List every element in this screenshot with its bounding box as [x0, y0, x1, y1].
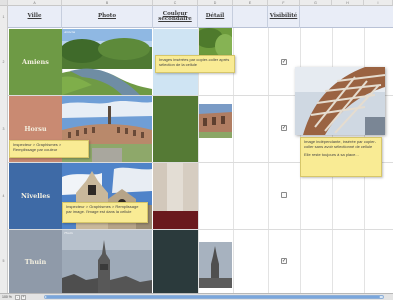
- row-number-3[interactable]: 3: [0, 95, 8, 162]
- detail-horsu-image: [199, 104, 232, 138]
- horizontal-scrollbar[interactable]: [44, 295, 384, 299]
- cell-secondary-nivelles-fill-image: [153, 163, 198, 229]
- cell-ville-thuin[interactable]: Thuin: [9, 230, 62, 293]
- visibility-checkbox-thuin[interactable]: ✓: [281, 258, 287, 264]
- photo-amiens-image: [62, 29, 152, 95]
- note-fill-color[interactable]: Inspecteur > Graphismes > Remplissage pa…: [9, 140, 89, 158]
- visibility-checkbox-amiens[interactable]: ✓: [281, 59, 287, 65]
- row-number-4[interactable]: 4: [0, 162, 8, 229]
- cell-secondary-thuin[interactable]: [153, 230, 198, 293]
- scrollbar-thumb[interactable]: [46, 296, 380, 298]
- note-fill-image-text: Inspecteur > Graphismes > Remplissage pa…: [66, 204, 139, 214]
- detail-thuin-image: [199, 242, 232, 288]
- photo-thuin-image: [62, 230, 152, 293]
- header-ville[interactable]: Ville: [8, 6, 62, 28]
- visibility-checkbox-horsu[interactable]: ✓: [281, 125, 287, 131]
- row-number-5[interactable]: 5: [0, 229, 8, 293]
- photo-amiens[interactable]: Amiens: [62, 29, 152, 95]
- header-photo[interactable]: Photo: [62, 6, 153, 28]
- note-fill-color-text: Inspecteur > Graphismes > Remplissage pa…: [13, 142, 62, 152]
- note-independent-image-text: Image indépendante, insérée par copier-c…: [304, 139, 377, 149]
- row-number-2[interactable]: 2: [0, 28, 8, 95]
- detail-horsu[interactable]: [199, 104, 232, 138]
- note-copy-paste-cell[interactable]: Images insérées par copier-coller après …: [155, 55, 235, 73]
- status-bar: 100 % - +: [0, 293, 393, 300]
- note-independent-image-text-2: Elle reste toujours à sa place...: [304, 151, 359, 157]
- zoom-in-button[interactable]: +: [20, 294, 26, 300]
- note-fill-image[interactable]: Inspecteur > Graphismes > Remplissage pa…: [62, 202, 148, 223]
- header-empty-e[interactable]: [233, 6, 268, 28]
- cell-secondary-nivelles[interactable]: [153, 163, 198, 229]
- spreadsheet: A B C D E F G H I 1 Ville Photo Couleur …: [0, 0, 393, 293]
- zoom-level[interactable]: 100 %: [0, 295, 14, 299]
- header-couleur-secondaire[interactable]: Couleur secondaire: [153, 6, 198, 28]
- floating-image[interactable]: [295, 67, 385, 135]
- cell-secondary-horsu[interactable]: [153, 96, 198, 162]
- header-detail[interactable]: Détail: [198, 6, 233, 28]
- note-independent-image[interactable]: Image indépendante, insérée par copier-c…: [300, 137, 382, 177]
- photo-thuin[interactable]: Thuin: [62, 230, 152, 293]
- row-number-1[interactable]: 1: [0, 6, 8, 28]
- note-copy-paste-cell-text: Images insérées par copier-coller après …: [159, 57, 230, 67]
- grid-line: [268, 28, 269, 293]
- cell-ville-amiens[interactable]: Amiens: [9, 29, 62, 95]
- floating-image-content: [295, 67, 385, 135]
- cell-ville-nivelles[interactable]: Nivelles: [9, 163, 62, 229]
- detail-thuin[interactable]: [199, 242, 232, 288]
- zoom-out-button[interactable]: -: [14, 294, 20, 300]
- header-visibilite[interactable]: Visibilité: [268, 6, 300, 28]
- photo-amiens-title: Amiens: [64, 30, 76, 34]
- header-empty-gh[interactable]: [300, 6, 393, 28]
- photo-thuin-title: Thuin: [64, 231, 73, 235]
- visibility-checkbox-nivelles[interactable]: [281, 192, 287, 198]
